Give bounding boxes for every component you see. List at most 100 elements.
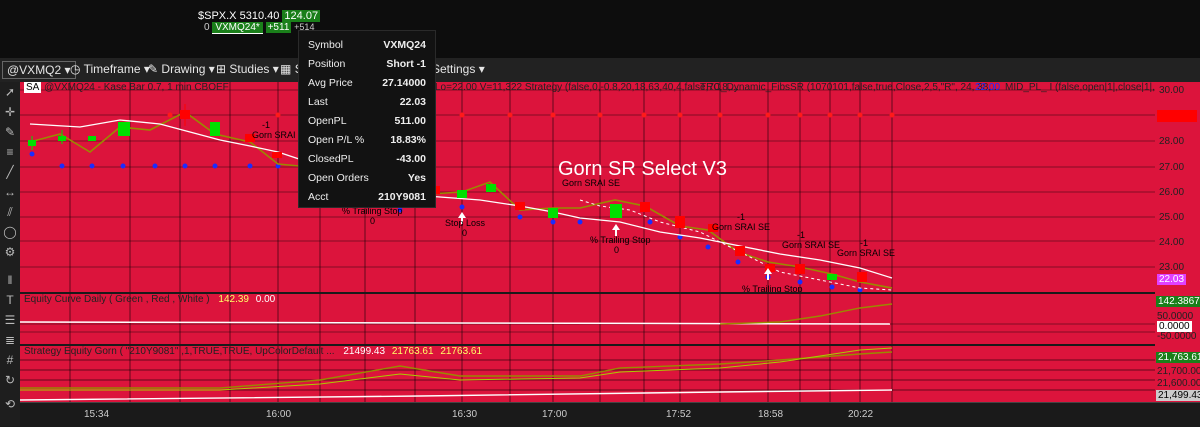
price-tick: 26.00 bbox=[1159, 187, 1185, 198]
refresh-icon[interactable]: ↻ bbox=[2, 372, 18, 388]
fib-icon[interactable]: ≡ bbox=[2, 144, 18, 160]
drawing-sidebar: ➚ ✛ ✎ ≡ ╱ ↔ ⫽ ◯ ⚙ ‖ T ☰ ≣ # ↻ ⟲ bbox=[0, 82, 21, 426]
gear-icon[interactable]: ⚙ bbox=[2, 244, 18, 260]
signal-label: Gorn SRAI SE bbox=[782, 240, 841, 250]
signal-label: Gorn SRAI SE bbox=[562, 178, 621, 188]
popup-value: 18.83% bbox=[390, 134, 426, 146]
menu-icon[interactable]: ≣ bbox=[2, 332, 18, 348]
chart-ohlc: Lo=22.00 V=11,322 Strategy (false,0,-0.8… bbox=[435, 82, 739, 93]
popup-key: Open P/L % bbox=[308, 134, 365, 146]
strategy-equity-svg bbox=[20, 347, 1155, 401]
chevron-down-icon: ▾ bbox=[478, 62, 485, 76]
chart-toolbar: @VXMQ2 ▾ ◷ Timeframe ▾ ✎ Drawing ▾ ⊞ Stu… bbox=[0, 58, 1200, 83]
settings-button[interactable]: Settings ▾ bbox=[432, 62, 485, 76]
popup-value: -43.00 bbox=[396, 153, 426, 165]
index-quote[interactable]: $SPX.X 5310.40 124.07 bbox=[198, 10, 321, 22]
signal-label: Gorn SRAI SE bbox=[837, 248, 896, 258]
undo-icon[interactable]: ⟲ bbox=[2, 396, 18, 412]
studies-label: Studies bbox=[229, 62, 270, 76]
bars-icon[interactable]: ‖ bbox=[2, 272, 18, 288]
studies-icon: ⊞ bbox=[216, 62, 227, 76]
chevron-down-icon: ▾ bbox=[272, 62, 279, 76]
time-tick: 20:22 bbox=[848, 409, 874, 420]
popup-row-openpl: OpenPL 511.00 bbox=[299, 112, 435, 130]
exit-label: % Trailing Stop bbox=[590, 235, 651, 245]
position-qty: -1 bbox=[262, 120, 271, 130]
popup-value: Short -1 bbox=[386, 58, 426, 70]
popup-value: 22.03 bbox=[399, 96, 426, 108]
popup-value: VXMQ24 bbox=[383, 39, 426, 51]
price-tick: 23.00 bbox=[1159, 262, 1185, 273]
study-fibs-value: 22.00 bbox=[975, 82, 1001, 93]
hash-icon[interactable]: # bbox=[2, 352, 18, 368]
exit-qty: 0 bbox=[462, 228, 468, 238]
time-tick: 17:52 bbox=[666, 409, 692, 420]
index-symbol: $SPX.X bbox=[198, 10, 237, 22]
popup-row-last: Last 22.03 bbox=[299, 93, 435, 111]
studies-button[interactable]: ⊞ Studies ▾ bbox=[216, 62, 279, 76]
popup-value: 210Y9081 bbox=[378, 191, 426, 203]
drawing-label: Drawing bbox=[161, 62, 206, 76]
strategy-equity-tick: 21,600.00 bbox=[1157, 378, 1200, 389]
equity-daily-tick: -50.0000 bbox=[1157, 331, 1197, 342]
popup-key: Position bbox=[308, 58, 346, 70]
popup-row-position: Position Short -1 bbox=[299, 55, 435, 73]
position-qty: -1 bbox=[737, 212, 746, 222]
resize-icon[interactable]: ↔ bbox=[2, 184, 18, 200]
ellipse-icon[interactable]: ◯ bbox=[2, 224, 18, 240]
exit-qty: 0 bbox=[370, 216, 376, 226]
chart-title: @VXMQ24 - Kase Bar 0.7, 1 min CBOEF bbox=[44, 82, 229, 93]
time-tick: 16:00 bbox=[266, 409, 292, 420]
sa-badge[interactable]: SA bbox=[24, 82, 42, 93]
time-axis[interactable]: 15:34 16:00 16:30 17:00 17:52 18:58 20:2… bbox=[20, 402, 1200, 427]
channel-icon[interactable]: ⫽ bbox=[2, 204, 18, 220]
popup-key: OpenPL bbox=[308, 115, 347, 127]
position-qty: -1 bbox=[797, 230, 806, 240]
equity-daily-tag: 142.3867 bbox=[1156, 296, 1200, 307]
crosshair-icon[interactable]: ✛ bbox=[2, 104, 18, 120]
arrow-icon[interactable]: ➚ bbox=[2, 84, 18, 100]
text-icon[interactable]: T bbox=[2, 292, 18, 308]
pencil-icon[interactable]: ✎ bbox=[2, 124, 18, 140]
price-tick: 25.00 bbox=[1159, 212, 1185, 223]
symbol-selector-label: @VXMQ2 bbox=[7, 63, 62, 77]
position-qty: -1 bbox=[860, 238, 869, 248]
popup-row-closedpl: ClosedPL -43.00 bbox=[299, 150, 435, 168]
pencil-icon: ✎ bbox=[148, 62, 159, 76]
price-tick: 28.00 bbox=[1159, 136, 1185, 147]
popup-key: ClosedPL bbox=[308, 153, 354, 165]
popup-key: Last bbox=[308, 96, 328, 108]
quote-bar: $SPX.X 5310.40 124.07 0 VXMQ24* +511 +51… bbox=[0, 0, 1200, 58]
index-change: 124.07 bbox=[282, 10, 321, 22]
strategy-equity-tick: 21,700.00 bbox=[1157, 366, 1200, 377]
popup-row-avg-price: Avg Price 27.14000 bbox=[299, 74, 435, 92]
timeframe-button[interactable]: ◷ Timeframe ▾ bbox=[70, 62, 150, 76]
time-tick: 15:34 bbox=[84, 409, 110, 420]
symbol-selector[interactable]: @VXMQ2 ▾ bbox=[2, 61, 76, 79]
popup-row-openpl-pct: Open P/L % 18.83% bbox=[299, 131, 435, 149]
last-price-tag: 22.03 bbox=[1157, 274, 1187, 285]
popup-value: 511.00 bbox=[394, 115, 426, 127]
popup-key: Acct bbox=[308, 191, 329, 203]
chart-plot-area[interactable]: SA @VXMQ24 - Kase Bar 0.7, 1 min CBOEF L… bbox=[20, 82, 1155, 402]
price-tick: 24.00 bbox=[1159, 237, 1185, 248]
drawing-button[interactable]: ✎ Drawing ▾ bbox=[148, 62, 215, 76]
price-marker bbox=[1157, 110, 1197, 122]
list-icon[interactable]: ☰ bbox=[2, 312, 18, 328]
contract-prefix: 0 bbox=[204, 22, 210, 33]
strategy-equity-tag: 21,763.61 bbox=[1156, 352, 1200, 363]
signal-label: Gorn SRAI SE bbox=[712, 222, 771, 232]
contract-symbol: VXMQ24* bbox=[212, 22, 263, 34]
popup-key: Open Orders bbox=[308, 172, 369, 184]
price-axis[interactable]: 30.00 28.00 27.00 26.00 25.00 24.00 23.0… bbox=[1155, 82, 1200, 402]
study-mid: MID_PL_ I (false,open|1|,close|1|,4,mage… bbox=[1005, 82, 1155, 93]
line-icon[interactable]: ╱ bbox=[2, 164, 18, 180]
grid-icon: ▦ bbox=[280, 62, 292, 76]
popup-key: Symbol bbox=[308, 39, 344, 51]
time-tick: 16:30 bbox=[452, 409, 478, 420]
price-tick: 27.00 bbox=[1159, 162, 1185, 173]
time-tick: 17:00 bbox=[542, 409, 568, 420]
popup-value: 27.14000 bbox=[382, 77, 426, 89]
popup-row-symbol: Symbol VXMQ24 bbox=[299, 36, 435, 54]
equity-daily-svg bbox=[20, 303, 1155, 333]
